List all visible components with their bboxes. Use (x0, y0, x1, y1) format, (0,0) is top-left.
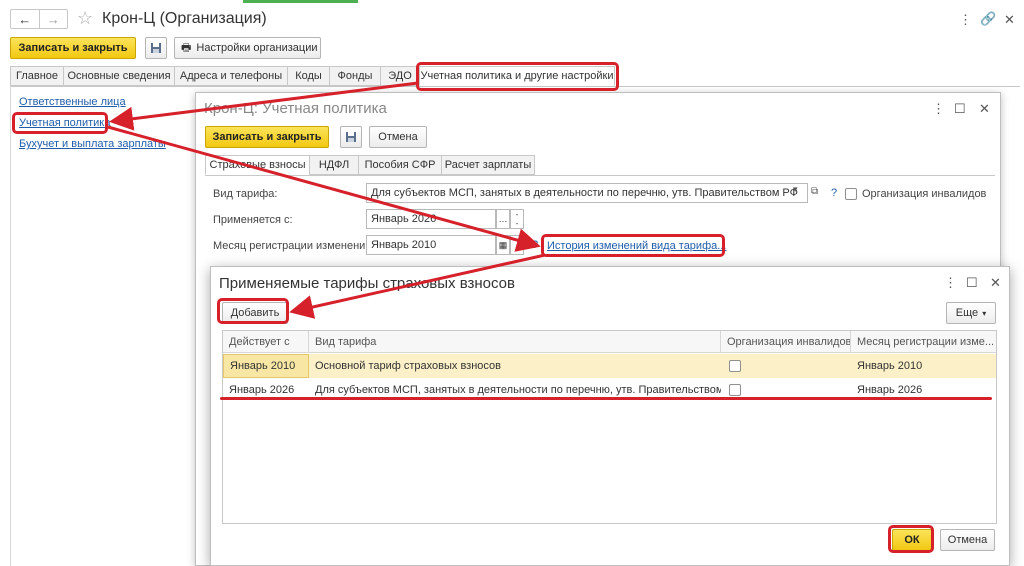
close-icon[interactable]: ✕ (1004, 12, 1015, 28)
highlight-row-underline (220, 397, 992, 400)
policy-close-icon[interactable]: ✕ (979, 101, 990, 117)
row-type: Основной тариф страховых взносов (315, 360, 502, 372)
col-month[interactable]: Месяц регистрации изме... (851, 331, 996, 353)
row-invalid-checkbox[interactable] (729, 384, 741, 396)
tariffs-cancel-button[interactable]: Отмена (940, 529, 995, 551)
tariffs-table: Действует с Вид тарифа Организация инвал… (222, 330, 997, 524)
tab-salary[interactable]: Расчет зарплаты (441, 155, 535, 175)
applied-label: Применяется с: (213, 214, 293, 226)
policy-title: Крон-Ц: Учетная политика (204, 100, 387, 117)
applied-field[interactable]: Январь 2026 (366, 209, 496, 229)
table-row[interactable]: Январь 2010 Основной тариф страховых взн… (223, 354, 996, 378)
favorite-star-icon[interactable]: ☆ (77, 8, 93, 29)
nav-buttons: ← → (10, 9, 68, 29)
highlight-policy-tab (416, 62, 619, 91)
month-field[interactable]: Январь 2010 (366, 235, 496, 255)
tab-funds[interactable]: Фонды (329, 66, 381, 86)
link-icon[interactable]: 🔗 (980, 11, 996, 27)
save-disk-icon[interactable] (145, 37, 167, 59)
tariffs-dialog: Применяемые тарифы страховых взносов ⋮ ☐… (210, 266, 1010, 566)
save-close-button[interactable]: Записать и закрыть (10, 37, 136, 59)
highlight-ok-button (888, 525, 934, 553)
tariff-select[interactable]: Для субъектов МСП, занятых в деятельност… (366, 183, 808, 203)
col-type[interactable]: Вид тарифа (309, 331, 721, 353)
left-border (10, 86, 11, 566)
tariff-dropdown-icon[interactable]: ▾ (793, 184, 798, 195)
more-label: Еще (955, 307, 979, 319)
policy-cancel-button[interactable]: Отмена (369, 126, 427, 148)
tariff-help-icon[interactable]: ? (831, 187, 837, 199)
chevron-down-icon: ▾ (982, 308, 987, 318)
policy-tabs-divider (205, 175, 995, 176)
highlight-add-button (217, 298, 289, 324)
more-button[interactable]: Еще ▾ (946, 302, 996, 324)
highlight-sidebar-policy (12, 112, 108, 134)
row-invalid-checkbox[interactable] (729, 360, 741, 372)
sidebar-item-responsible[interactable]: Ответственные лица (19, 96, 126, 108)
month-help-icon[interactable]: ? (532, 239, 538, 251)
tariff-value: Для субъектов МСП, занятых в деятельност… (371, 187, 799, 199)
tab-ndfl[interactable]: НДФЛ (309, 155, 359, 175)
month-spinner[interactable]: -- (510, 235, 524, 255)
more-icon[interactable]: ⋮ (959, 12, 972, 28)
calendar-icon[interactable]: ▦ (496, 235, 510, 255)
tab-benefits[interactable]: Пособия СФР (358, 155, 442, 175)
window-title: Крон-Ц (Организация) (102, 10, 267, 27)
org-settings-label: Настройки организации (196, 42, 318, 54)
tariff-label: Вид тарифа: (213, 188, 278, 200)
applied-choose-icon[interactable]: … (496, 209, 510, 229)
printer-icon: 🖶 (181, 41, 192, 54)
table-header: Действует с Вид тарифа Организация инвал… (223, 331, 996, 353)
policy-maximize-icon[interactable]: ☐ (954, 101, 966, 117)
forward-arrow-icon[interactable]: → (40, 10, 68, 28)
applied-value: Январь 2026 (371, 213, 437, 225)
tab-basic-info[interactable]: Основные сведения (63, 66, 175, 86)
applied-spinner[interactable]: -- (510, 209, 524, 229)
month-value: Январь 2010 (371, 239, 437, 251)
policy-tabs: Страховые взносы НДФЛ Пособия СФР Расчет… (205, 155, 995, 176)
highlight-history-link (541, 234, 725, 257)
tab-codes[interactable]: Коды (287, 66, 330, 86)
tab-insurance[interactable]: Страховые взносы (205, 155, 310, 175)
policy-more-icon[interactable]: ⋮ (932, 101, 945, 117)
invalid-org-checkbox[interactable] (845, 188, 857, 200)
active-tab-indicator (243, 0, 358, 3)
tariffs-more-icon[interactable]: ⋮ (944, 275, 957, 291)
tab-main[interactable]: Главное (10, 66, 64, 86)
row-month: Январь 2010 (857, 360, 923, 372)
col-invalid[interactable]: Организация инвалидов (721, 331, 851, 353)
col-from[interactable]: Действует с (223, 331, 309, 353)
tab-edo[interactable]: ЭДО (380, 66, 420, 86)
tariffs-title: Применяемые тарифы страховых взносов (219, 275, 515, 292)
row-from: Январь 2010 (223, 354, 309, 378)
tariffs-maximize-icon[interactable]: ☐ (966, 275, 978, 291)
policy-save-disk-icon[interactable] (340, 126, 362, 148)
org-settings-button[interactable]: 🖶 Настройки организации (174, 37, 321, 59)
tab-addresses[interactable]: Адреса и телефоны (174, 66, 288, 86)
sidebar-item-accounting[interactable]: Бухучет и выплата зарплаты (19, 138, 166, 150)
invalid-org-label: Организация инвалидов (862, 188, 987, 200)
month-label: Месяц регистрации изменений: (213, 240, 375, 252)
tariffs-close-icon[interactable]: ✕ (990, 275, 1001, 291)
policy-save-close-button[interactable]: Записать и закрыть (205, 126, 329, 148)
tariff-open-icon[interactable]: ⧉ (811, 186, 818, 197)
back-arrow-icon[interactable]: ← (11, 10, 40, 28)
